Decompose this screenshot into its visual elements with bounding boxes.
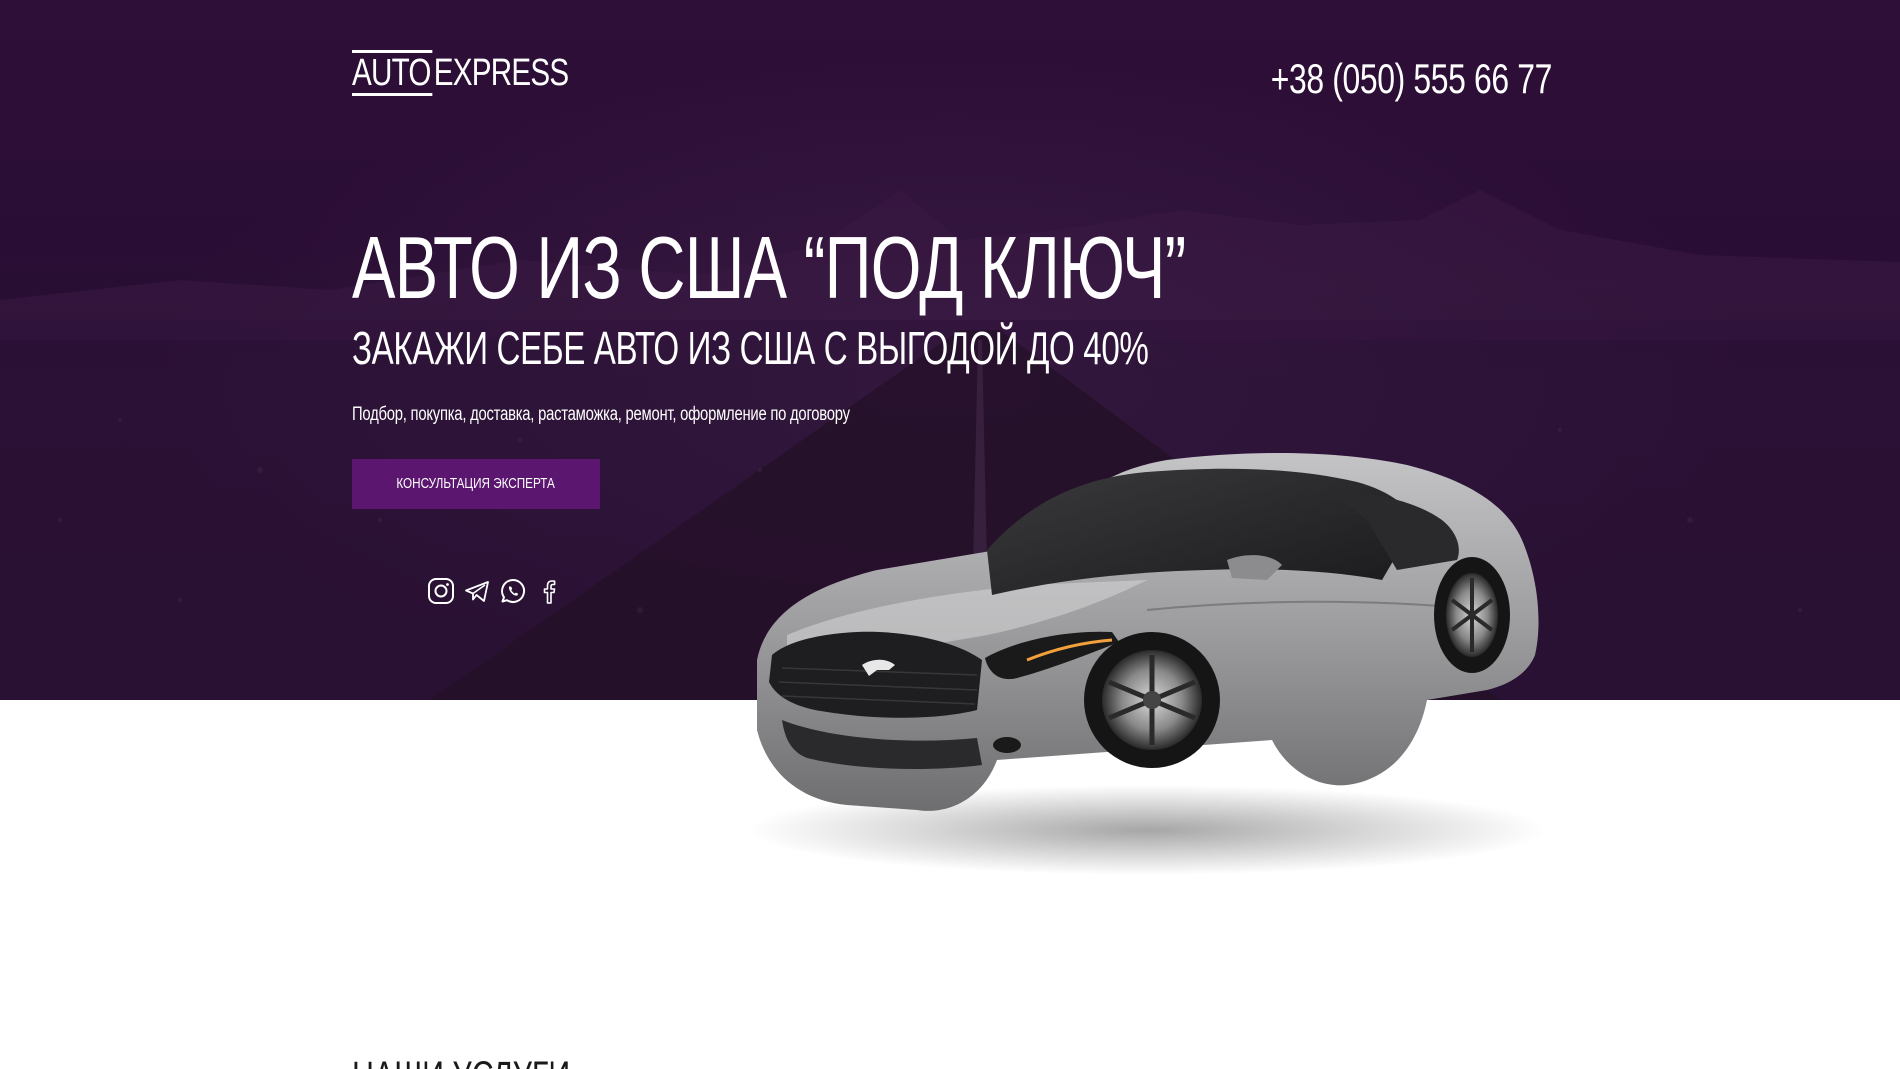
- phone-number[interactable]: +38 (050) 555 66 77: [1271, 54, 1553, 104]
- landing-page: AUTO EXPRESS +38 (050) 555 66 77 АВТО ИЗ…: [0, 0, 1900, 1069]
- facebook-icon: [543, 580, 556, 604]
- car-image: [747, 453, 1547, 875]
- logo-auto: AUTO: [352, 50, 433, 96]
- logo[interactable]: AUTO EXPRESS: [352, 50, 569, 96]
- instagram-link[interactable]: [426, 576, 456, 606]
- hero-title: АВТО ИЗ США “ПОД КЛЮЧ”: [352, 218, 1186, 317]
- telegram-link[interactable]: [462, 576, 492, 606]
- logo-express: EXPRESS: [433, 52, 569, 94]
- whatsapp-icon: [501, 578, 525, 603]
- facebook-link[interactable]: [534, 576, 564, 606]
- whatsapp-link[interactable]: [498, 576, 528, 606]
- hero-subtitle: ЗАКАЖИ СЕБЕ АВТО ИЗ США С ВЫГОДОЙ ДО 40%: [352, 322, 1149, 374]
- social-links: [426, 576, 564, 606]
- consultation-button[interactable]: КОНСУЛЬТАЦИЯ ЭКСПЕРТА: [352, 459, 600, 509]
- instagram-icon: [428, 578, 454, 604]
- services-title: НАШИ УСЛУГИ: [352, 1052, 570, 1069]
- content-container: AUTO EXPRESS +38 (050) 555 66 77 АВТО ИЗ…: [352, 0, 1552, 1069]
- consultation-button-label: КОНСУЛЬТАЦИЯ ЭКСПЕРТА: [396, 475, 556, 492]
- telegram-icon: [465, 581, 489, 602]
